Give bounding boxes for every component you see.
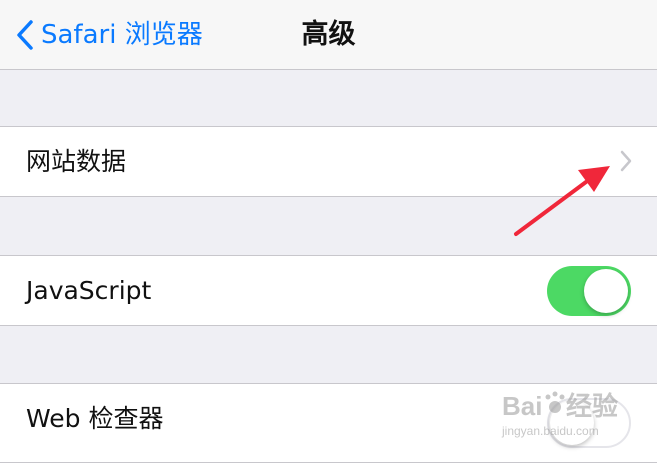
toggle-knob [584,269,628,313]
website-data-row[interactable]: 网站数据 [0,126,657,197]
javascript-toggle[interactable] [547,266,631,316]
website-data-label: 网站数据 [26,147,127,176]
web-inspector-label: Web 检查器 [26,404,164,433]
chevron-right-icon [619,149,633,173]
navigation-bar: Safari 浏览器 高级 [0,0,657,70]
javascript-row: JavaScript [0,255,657,326]
web-inspector-row: Web 检查器 [0,383,657,463]
javascript-label: JavaScript [26,276,152,305]
web-inspector-toggle[interactable] [547,398,631,448]
page-title: 高级 [301,19,356,50]
toggle-knob [550,401,594,445]
